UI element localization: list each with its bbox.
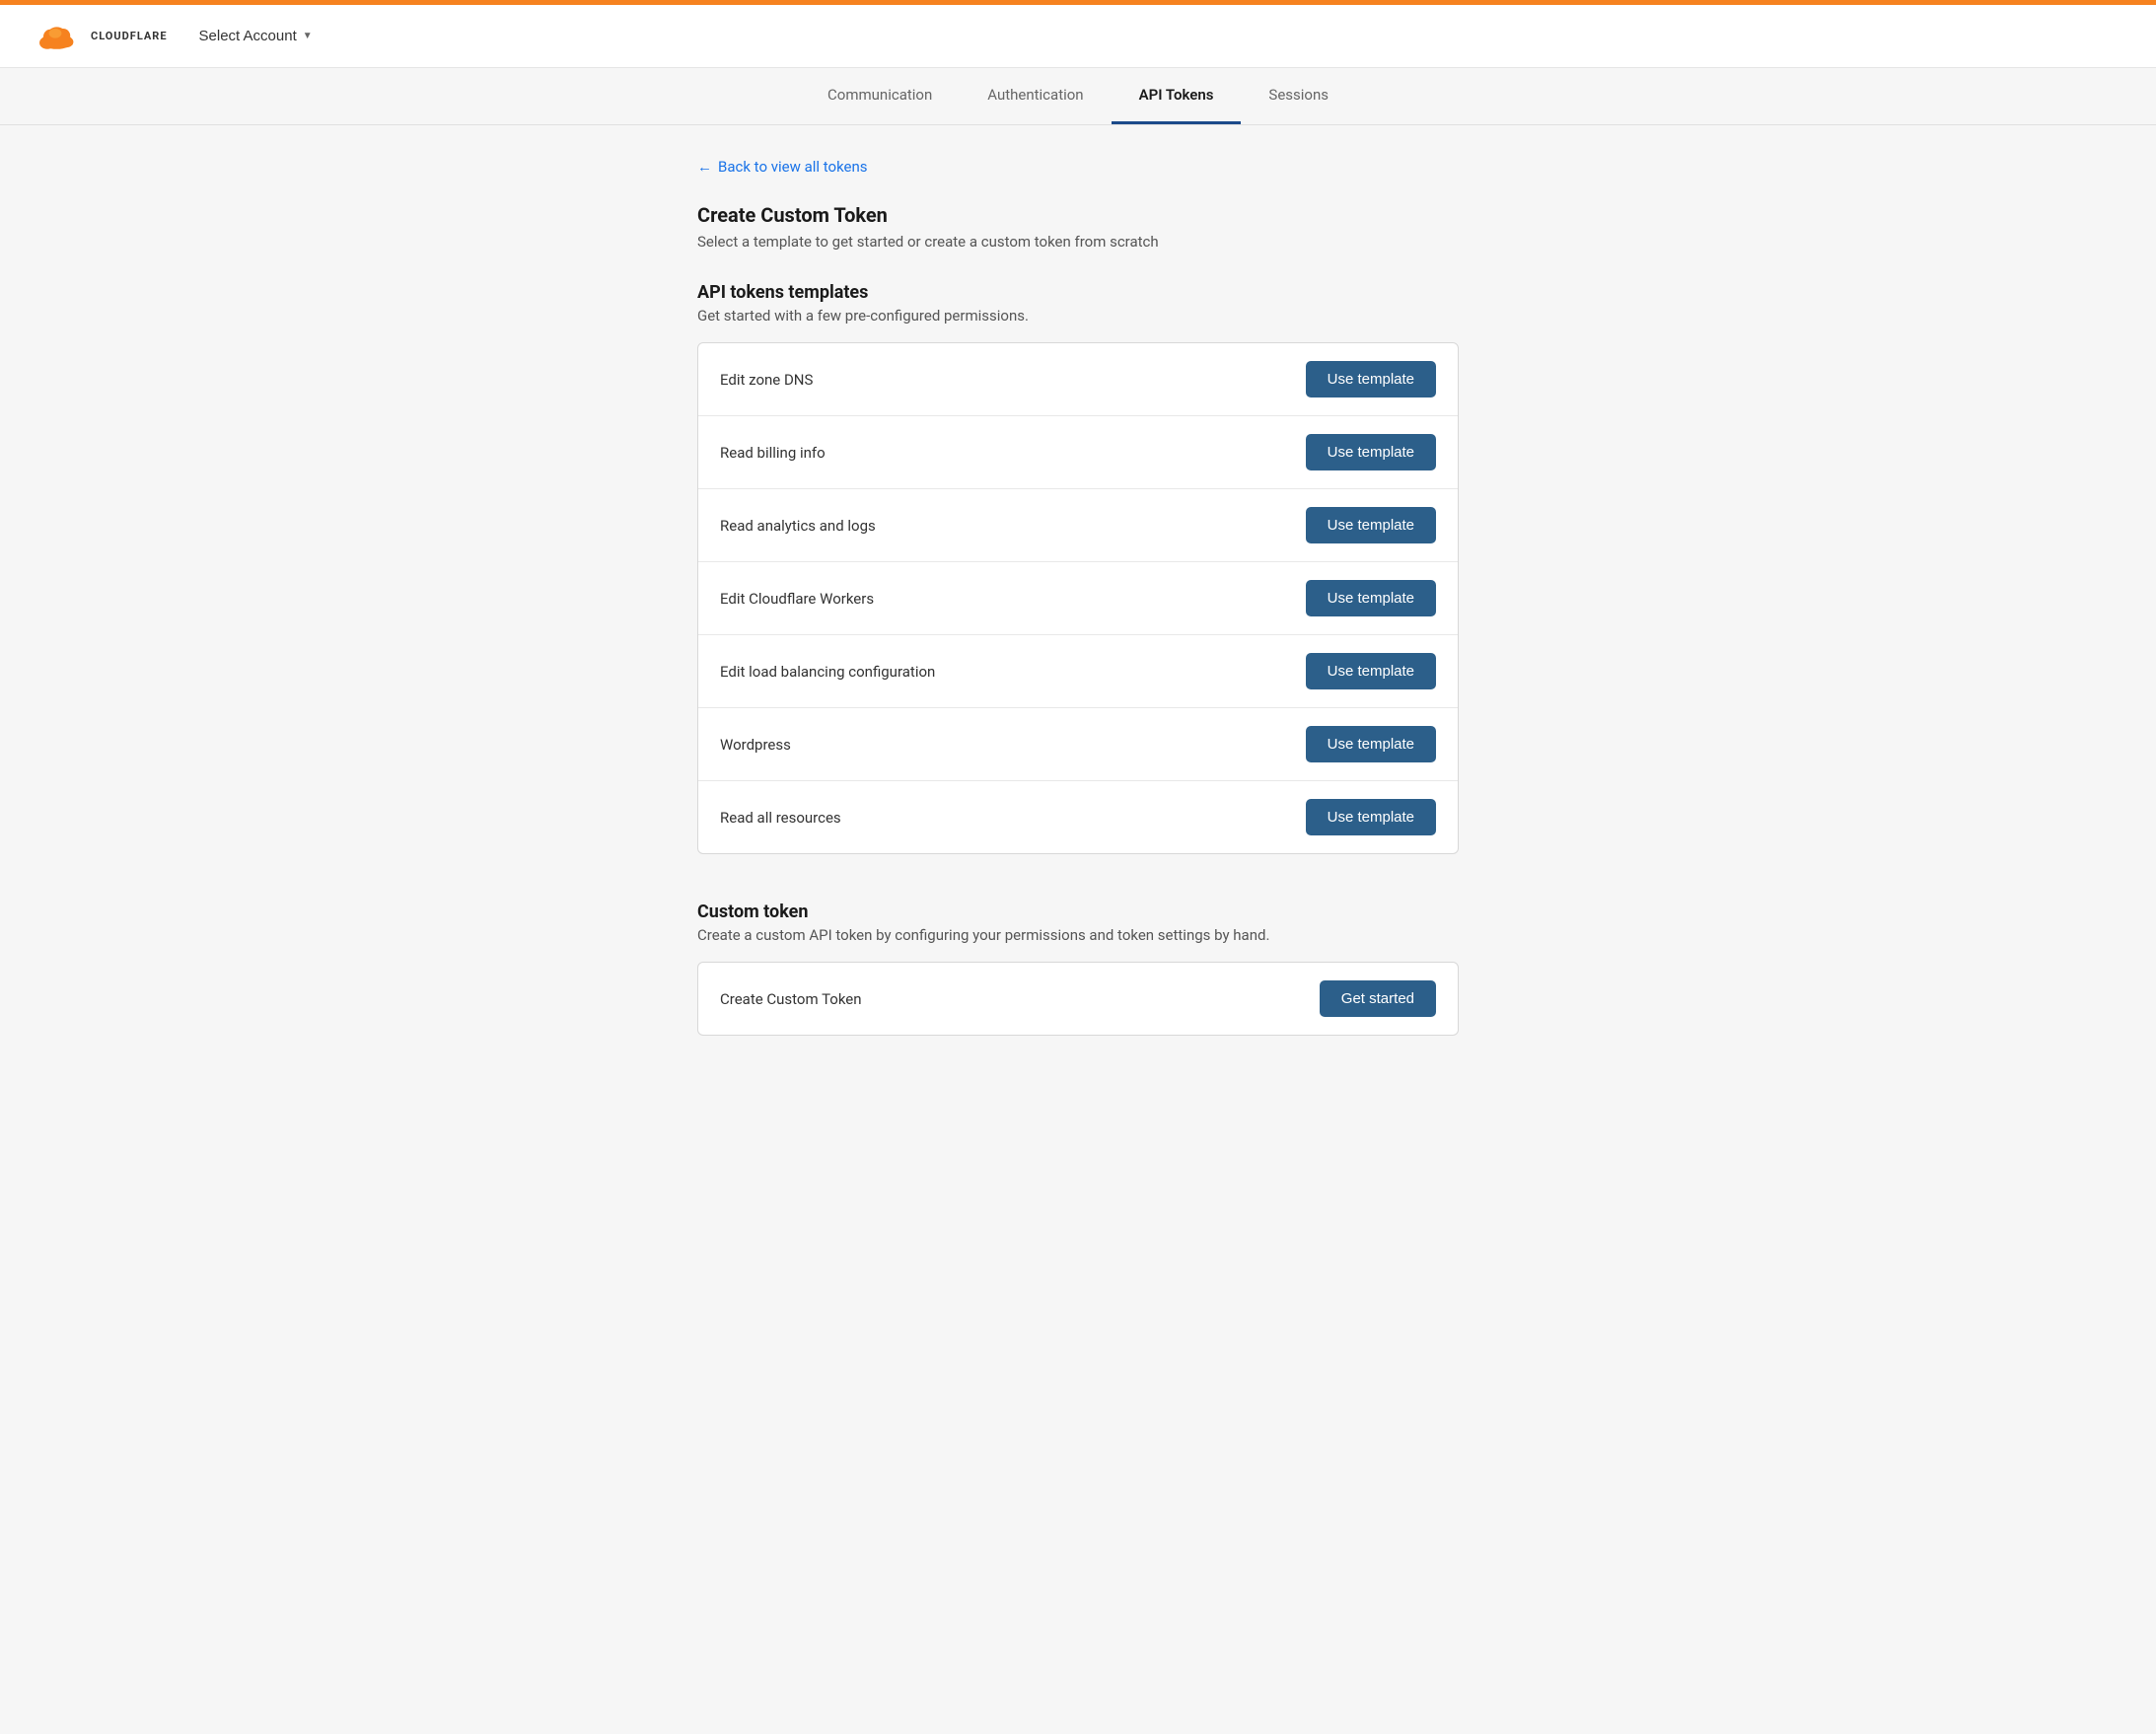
main-content: ← Back to view all tokens Create Custom … [674, 125, 1482, 1126]
create-token-intro: Create Custom Token Select a template to… [697, 203, 1459, 251]
back-arrow-icon: ← [697, 158, 712, 176]
use-template-button-1[interactable]: Use template [1306, 434, 1436, 470]
use-template-button-5[interactable]: Use template [1306, 726, 1436, 762]
templates-section: API tokens templates Get started with a … [697, 282, 1459, 854]
logo-area: CLOUDFLARE [32, 21, 168, 52]
custom-token-section: Custom token Create a custom API token b… [697, 902, 1459, 1036]
create-token-title: Create Custom Token [697, 203, 1459, 227]
tab-sessions[interactable]: Sessions [1241, 68, 1356, 124]
tab-authentication[interactable]: Authentication [960, 68, 1111, 124]
get-started-button[interactable]: Get started [1320, 980, 1436, 1017]
header: CLOUDFLARE Select Account ▼ [0, 5, 2156, 68]
back-link[interactable]: ← Back to view all tokens [697, 158, 868, 176]
use-template-button-6[interactable]: Use template [1306, 799, 1436, 835]
cloudflare-logo-icon [32, 21, 79, 52]
create-token-subtitle: Select a template to get started or crea… [697, 233, 1459, 251]
template-list: Edit zone DNS Use template Read billing … [697, 342, 1459, 854]
custom-token-row-label: Create Custom Token [720, 990, 862, 1008]
template-name: Edit zone DNS [720, 371, 813, 389]
template-name: Read analytics and logs [720, 517, 876, 535]
use-template-button-4[interactable]: Use template [1306, 653, 1436, 689]
templates-section-subtitle: Get started with a few pre-configured pe… [697, 307, 1459, 325]
use-template-button-0[interactable]: Use template [1306, 361, 1436, 397]
template-name: Read billing info [720, 444, 826, 462]
tabs-nav: Communication Authentication API Tokens … [0, 68, 2156, 125]
template-row: Edit Cloudflare Workers Use template [698, 562, 1458, 635]
template-row: Edit load balancing configuration Use te… [698, 635, 1458, 708]
template-row: Read analytics and logs Use template [698, 489, 1458, 562]
custom-token-subtitle: Create a custom API token by configuring… [697, 926, 1459, 944]
tab-api-tokens[interactable]: API Tokens [1112, 68, 1242, 124]
tab-communication[interactable]: Communication [800, 68, 960, 124]
select-account-button[interactable]: Select Account ▼ [199, 28, 313, 44]
logo-text: CLOUDFLARE [91, 30, 168, 42]
custom-token-title: Custom token [697, 902, 1459, 922]
template-row: Read all resources Use template [698, 781, 1458, 853]
template-name: Edit Cloudflare Workers [720, 590, 874, 608]
chevron-down-icon: ▼ [303, 31, 313, 41]
use-template-button-3[interactable]: Use template [1306, 580, 1436, 616]
custom-token-row: Create Custom Token Get started [697, 962, 1459, 1036]
select-account-label: Select Account [199, 28, 297, 44]
template-row: Edit zone DNS Use template [698, 343, 1458, 416]
templates-section-title: API tokens templates [697, 282, 1459, 303]
template-name: Wordpress [720, 736, 791, 754]
template-row: Wordpress Use template [698, 708, 1458, 781]
template-name: Edit load balancing configuration [720, 663, 935, 681]
template-name: Read all resources [720, 809, 841, 827]
tabs-nav-inner: Communication Authentication API Tokens … [800, 68, 1356, 124]
template-row: Read billing info Use template [698, 416, 1458, 489]
use-template-button-2[interactable]: Use template [1306, 507, 1436, 543]
back-link-text: Back to view all tokens [718, 158, 868, 176]
